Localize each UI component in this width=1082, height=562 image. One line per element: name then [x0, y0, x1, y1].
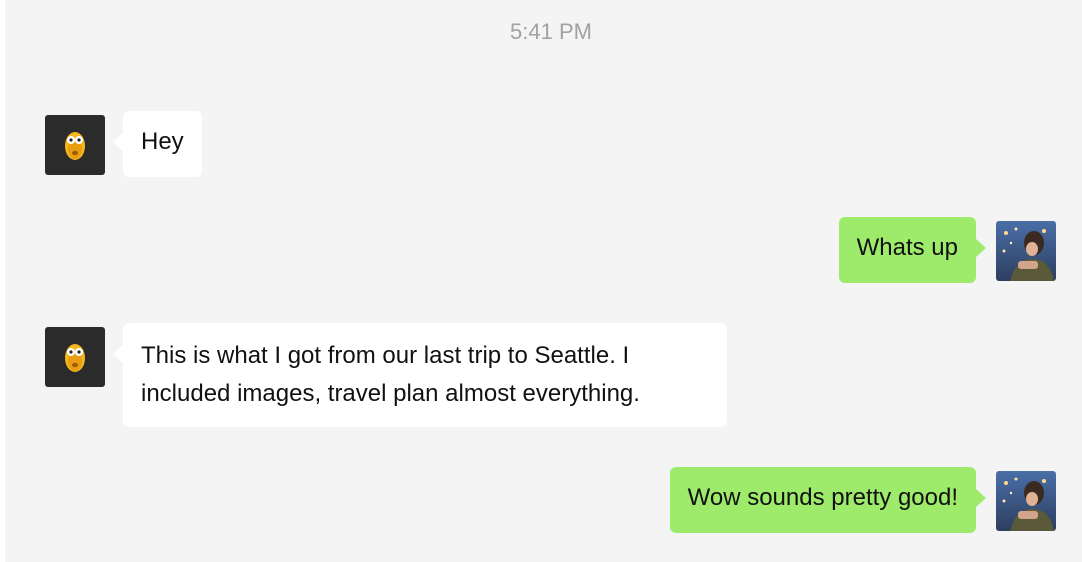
photo-avatar-icon	[996, 471, 1056, 531]
user-avatar[interactable]	[996, 471, 1056, 531]
contact-avatar[interactable]	[45, 327, 105, 387]
message-bubble-outgoing[interactable]: Wow sounds pretty good!	[669, 467, 987, 533]
message-timestamp: 5:41 PM	[510, 19, 592, 44]
message-bubble-incoming[interactable]: This is what I got from our last trip to…	[113, 323, 727, 427]
photo-avatar-icon	[996, 221, 1056, 281]
user-avatar[interactable]	[996, 221, 1056, 281]
cartoon-yellow-face-icon	[45, 115, 105, 175]
message-bubble-incoming[interactable]: Hey	[113, 111, 202, 177]
message-text: Hey	[141, 128, 184, 155]
cartoon-yellow-face-icon	[45, 327, 105, 387]
message-bubble-outgoing[interactable]: Whats up	[838, 217, 987, 283]
chat-window: 5:41 PM Hey Whats up This is what I got …	[0, 0, 1082, 562]
message-text: Wow sounds pretty good!	[687, 484, 958, 511]
message-text: Whats up	[856, 234, 958, 261]
message-text: This is what I got from our last trip to…	[141, 342, 640, 407]
contact-avatar[interactable]	[45, 115, 105, 175]
